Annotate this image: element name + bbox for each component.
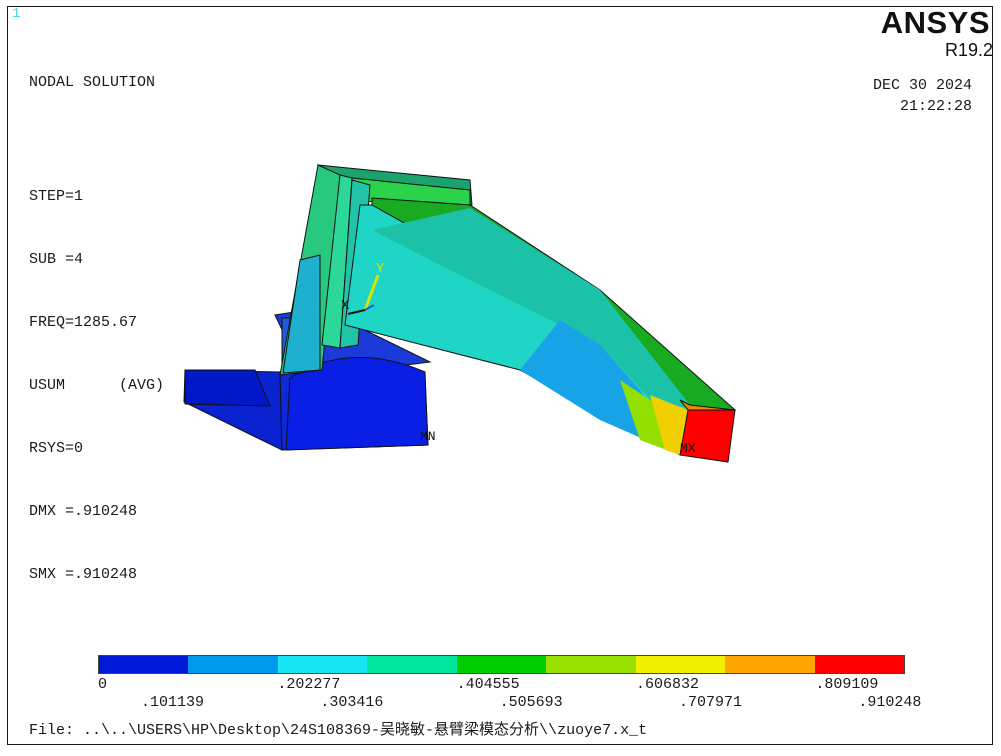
- legend-label: .606832: [636, 676, 700, 693]
- legend-swatch: [546, 656, 636, 673]
- legend-label: .202277: [277, 676, 341, 693]
- ansys-graphics-window: 1 NODAL SOLUTION STEP=1 SUB =4 FREQ=1285…: [0, 0, 1001, 756]
- legend-swatch: [814, 656, 904, 673]
- legend-swatch: [725, 656, 815, 673]
- legend-swatch: [99, 656, 189, 673]
- legend-label: .707971: [679, 694, 743, 711]
- legend-swatch: [456, 656, 547, 673]
- legend-swatch: [635, 656, 726, 673]
- min-marker: MN: [420, 429, 436, 444]
- legend-label: .404555: [456, 676, 520, 693]
- contour-legend-bar: [98, 655, 905, 674]
- legend-label: .809109: [815, 676, 879, 693]
- axis-x-label: X: [341, 298, 350, 314]
- file-path-label: File: ..\..\USERS\HP\Desktop\24S108369-吴…: [29, 722, 648, 739]
- legend-label: .505693: [499, 694, 563, 711]
- legend-label: .303416: [320, 694, 384, 711]
- deformed-model-plot[interactable]: Y X MN MX: [0, 0, 1001, 756]
- legend-swatch: [188, 656, 278, 673]
- legend-label: 0: [98, 676, 108, 693]
- axis-y-label: Y: [376, 261, 385, 277]
- max-marker: MX: [680, 441, 696, 456]
- legend-label: .910248: [858, 694, 922, 711]
- legend-swatch: [277, 656, 368, 673]
- legend-label: .101139: [141, 694, 205, 711]
- legend-swatch: [367, 656, 457, 673]
